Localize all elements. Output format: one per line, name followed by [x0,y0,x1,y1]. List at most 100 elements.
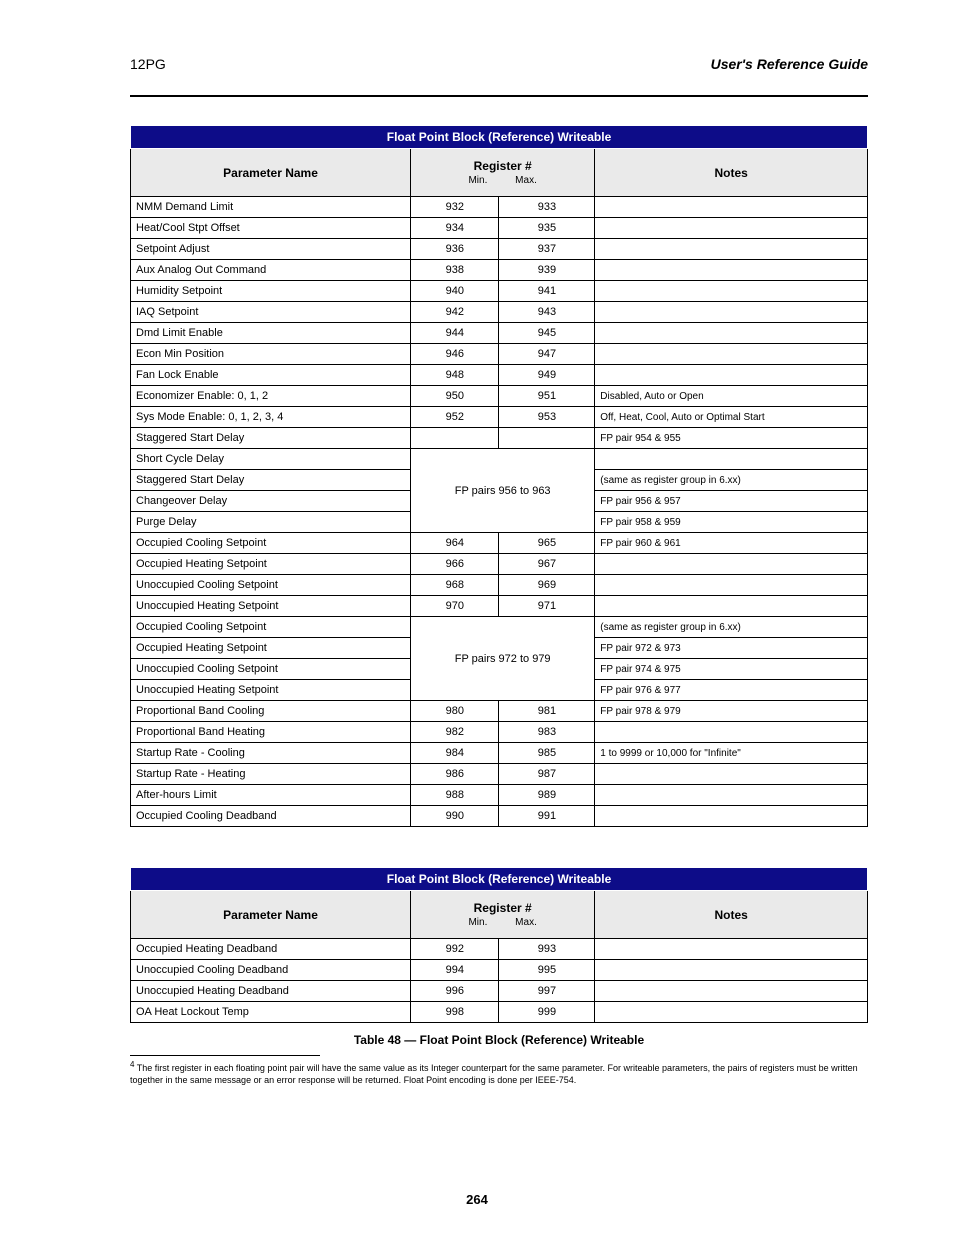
cell-notes [595,344,868,365]
table-row: Sys Mode Enable: 0, 1, 2, 3, 4952953Off,… [131,407,868,428]
table-row: Unoccupied Heating Setpoint970971 [131,596,868,617]
cell-notes: (same as register group in 6.xx) [595,617,868,638]
cell-min: 998 [411,1002,499,1023]
cell-max: 939 [499,260,595,281]
cell-max: 967 [499,554,595,575]
col-name: Parameter Name [131,149,411,197]
table-row: Occupied Cooling SetpointFP pairs 972 to… [131,617,868,638]
cell-min: 992 [411,939,499,960]
cell-name: OA Heat Lockout Temp [131,1002,411,1023]
cell-notes [595,197,868,218]
table-row: Setpoint Adjust936937 [131,239,868,260]
cell-min: 990 [411,806,499,827]
cell-notes [595,239,868,260]
table-row: IAQ Setpoint942943 [131,302,868,323]
header-right-text: User's Reference Guide [711,56,868,72]
col-notes: Notes [595,149,868,197]
cell-min: 980 [411,701,499,722]
cell-register-merged: FP pairs 956 to 963 [411,449,595,533]
footnote-rule [130,1055,320,1056]
cell-max [499,428,595,449]
table-b-title-row: Float Point Block (Reference) Writeable [131,868,868,891]
cell-min: 934 [411,218,499,239]
cell-max: 941 [499,281,595,302]
table-a-title: Float Point Block (Reference) Writeable [131,126,868,149]
cell-name: Short Cycle Delay [131,449,411,470]
cell-max: 993 [499,939,595,960]
footnote-marker: 4 [130,1060,134,1069]
table-row: Occupied Heating Deadband992993 [131,939,868,960]
table-a-head-row: Parameter Name Register # Min. Max. Note… [131,149,868,197]
cell-min: 940 [411,281,499,302]
cell-notes [595,764,868,785]
cell-name: Occupied Heating Deadband [131,939,411,960]
table-row: Occupied Cooling Setpoint964965FP pair 9… [131,533,868,554]
cell-name: After-hours Limit [131,785,411,806]
cell-max: 981 [499,701,595,722]
cell-max: 947 [499,344,595,365]
table-b-title: Float Point Block (Reference) Writeable [131,868,868,891]
cell-max: 999 [499,1002,595,1023]
cell-name: Unoccupied Heating Deadband [131,981,411,1002]
cell-name: Unoccupied Cooling Setpoint [131,659,411,680]
cell-max: 989 [499,785,595,806]
cell-name: IAQ Setpoint [131,302,411,323]
cell-min: 950 [411,386,499,407]
cell-notes [595,323,868,344]
cell-name: Unoccupied Cooling Setpoint [131,575,411,596]
cell-notes: FP pair 954 & 955 [595,428,868,449]
cell-notes [595,554,868,575]
cell-min: 964 [411,533,499,554]
cell-register-merged: FP pairs 972 to 979 [411,617,595,701]
table-row: Economizer Enable: 0, 1, 2950951Disabled… [131,386,868,407]
footnote-block: 4 The first register in each floating po… [130,1055,868,1086]
cell-name: Startup Rate - Heating [131,764,411,785]
cell-name: Fan Lock Enable [131,365,411,386]
table-row: Occupied Cooling Deadband990991 [131,806,868,827]
cell-name: NMM Demand Limit [131,197,411,218]
cell-min: 966 [411,554,499,575]
cell-notes [595,449,868,470]
cell-min: 986 [411,764,499,785]
cell-max: 933 [499,197,595,218]
cell-notes [595,575,868,596]
cell-name: Econ Min Position [131,344,411,365]
cell-name: Humidity Setpoint [131,281,411,302]
cell-min: 994 [411,960,499,981]
table-row: Aux Analog Out Command938939 [131,260,868,281]
cell-name: Purge Delay [131,512,411,533]
page-header: 12PG User's Reference Guide [130,50,868,97]
cell-min: 984 [411,743,499,764]
cell-notes [595,365,868,386]
cell-name: Occupied Cooling Deadband [131,806,411,827]
cell-max: 969 [499,575,595,596]
col-register: Register # Min. Max. [411,149,595,197]
cell-max: 949 [499,365,595,386]
cell-name: Unoccupied Cooling Deadband [131,960,411,981]
cell-max: 997 [499,981,595,1002]
table-row: Unoccupied Cooling Deadband994995 [131,960,868,981]
cell-min: 932 [411,197,499,218]
col-min-sub-b: Min. [468,917,487,928]
cell-notes [595,981,868,1002]
cell-min: 944 [411,323,499,344]
cell-name: Unoccupied Heating Setpoint [131,680,411,701]
cell-name: Sys Mode Enable: 0, 1, 2, 3, 4 [131,407,411,428]
cell-notes [595,281,868,302]
table-fp-writeable-a: Float Point Block (Reference) Writeable … [130,125,868,827]
cell-notes: FP pair 972 & 973 [595,638,868,659]
table-row: OA Heat Lockout Temp998999 [131,1002,868,1023]
table-b-caption: Table 48 — Float Point Block (Reference)… [130,1033,868,1047]
cell-name: Occupied Heating Setpoint [131,554,411,575]
cell-name: Staggered Start Delay [131,428,411,449]
cell-max: 951 [499,386,595,407]
cell-notes: FP pair 978 & 979 [595,701,868,722]
cell-max: 995 [499,960,595,981]
cell-name: Startup Rate - Cooling [131,743,411,764]
cell-name: Aux Analog Out Command [131,260,411,281]
cell-max: 943 [499,302,595,323]
cell-max: 953 [499,407,595,428]
page-number: 264 [0,1192,954,1207]
col-min-sub: Min. [468,175,487,186]
cell-min: 968 [411,575,499,596]
